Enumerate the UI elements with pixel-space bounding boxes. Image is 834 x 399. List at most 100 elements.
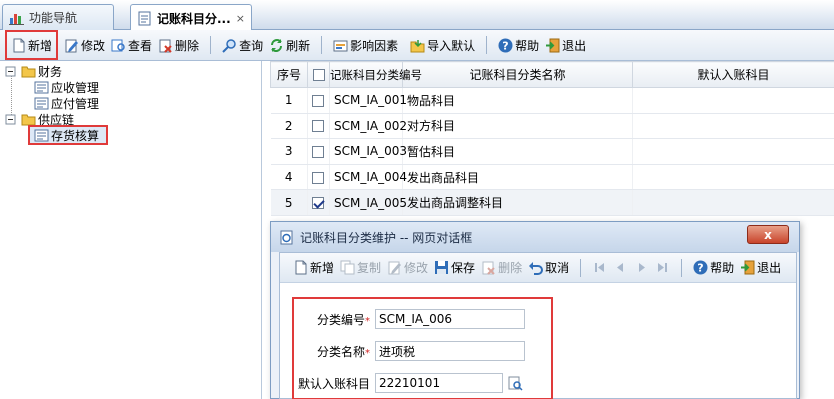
table-row[interactable]: 5 SCM_IA_005 发出商品调整科目	[270, 189, 834, 216]
new-document-icon	[11, 38, 26, 53]
table-row[interactable]: 2 SCM_IA_002 对方科目	[270, 113, 834, 140]
dialog-help-button[interactable]: ? 帮助	[690, 256, 737, 280]
import-default-button-label: 导入默认	[427, 38, 476, 53]
dialog-delete-label: 删除	[498, 261, 523, 275]
exit-button-label: 退出	[562, 38, 587, 53]
category-name-input[interactable]: 进项税	[375, 341, 525, 361]
exit-button[interactable]: 退出	[542, 33, 589, 57]
refresh-button[interactable]: 刷新	[266, 33, 313, 57]
row-checkbox-checked[interactable]	[312, 197, 324, 210]
dialog-new-label: 新增	[310, 261, 335, 275]
col-header-default-account[interactable]: 默认入账科目	[632, 61, 834, 88]
col-header-code[interactable]: 记账科目分类编号	[329, 61, 422, 88]
row-select[interactable]	[307, 87, 330, 114]
collapse-toggle-icon[interactable]	[4, 64, 19, 79]
tree-node-label: 财务	[38, 64, 63, 79]
dialog-nav-last-button[interactable]	[652, 256, 673, 280]
row-checkbox[interactable]	[312, 120, 324, 133]
select-all-checkbox[interactable]	[312, 69, 325, 81]
category-form: 分类编号* SCM_IA_006 分类名称* 进项税 默认入账科目 222101…	[292, 297, 553, 399]
row-default-account	[632, 113, 834, 140]
tab-label: 记账科目分...	[157, 11, 231, 26]
dialog-nav-prev-button[interactable]	[610, 256, 631, 280]
row-name: 物品科目	[402, 87, 633, 114]
table-row[interactable]: 3 SCM_IA_003 暂估科目	[270, 138, 834, 165]
dialog-nav-next-button[interactable]	[631, 256, 652, 280]
row-code: SCM_IA_001	[329, 87, 407, 114]
category-tree: 财务 应收管理 应付管理 供应链 存货核算	[0, 61, 262, 399]
main-toolbar: 新增 修改 查看 删除 查询 刷新 影响因素 导入默认 ? 帮助 退出	[0, 30, 834, 61]
factors-button[interactable]: 影响因素	[330, 33, 401, 57]
tab-account-category[interactable]: 记账科目分... ×	[130, 4, 252, 31]
tree-node-inventory[interactable]: 存货核算	[28, 125, 108, 145]
tree-node-supply-chain[interactable]: 供应链	[4, 111, 74, 127]
help-icon: ?	[498, 38, 513, 53]
import-default-button[interactable]: 导入默认	[407, 33, 478, 57]
tree-node-ar[interactable]: 应收管理	[34, 79, 99, 95]
refresh-icon	[269, 38, 284, 53]
copy-icon	[340, 260, 355, 275]
previous-record-icon	[613, 260, 628, 275]
exit-icon	[545, 38, 560, 53]
tree-node-ap[interactable]: 应付管理	[34, 95, 99, 111]
col-header-no[interactable]: 序号	[270, 61, 308, 88]
dialog-exit-label: 退出	[757, 261, 782, 275]
form-row-name: 分类名称* 进项税	[294, 341, 525, 361]
row-code: SCM_IA_004	[329, 164, 407, 191]
dialog-edit-button[interactable]: 修改	[384, 256, 431, 280]
row-checkbox[interactable]	[312, 145, 324, 158]
col-header-name[interactable]: 记账科目分类名称	[402, 61, 633, 88]
row-code: SCM_IA_002	[329, 113, 407, 140]
factors-button-label: 影响因素	[350, 38, 399, 53]
row-checkbox[interactable]	[312, 171, 324, 184]
new-document-icon	[293, 260, 308, 275]
help-icon: ?	[693, 260, 708, 275]
row-checkbox[interactable]	[312, 94, 324, 107]
row-select[interactable]	[307, 138, 330, 165]
dialog-title-bar[interactable]: 记账科目分类维护 -- 网页对话框	[271, 222, 799, 252]
dialog-copy-button[interactable]: 复制	[337, 256, 384, 280]
query-button[interactable]: 查询	[219, 33, 266, 57]
bar-chart-icon	[9, 10, 24, 25]
table-row[interactable]: 1 SCM_IA_001 物品科目	[270, 87, 834, 114]
dialog-cancel-button[interactable]: 取消	[525, 256, 572, 280]
row-default-account	[632, 164, 834, 191]
new-button[interactable]: 新增	[4, 30, 59, 60]
svg-text:?: ?	[697, 262, 703, 275]
dialog-exit-button[interactable]: 退出	[737, 256, 784, 280]
lookup-search-icon[interactable]	[508, 376, 523, 391]
default-account-input[interactable]: 22210101	[375, 373, 503, 393]
edit-button[interactable]: 修改	[61, 33, 108, 57]
collapse-toggle-icon[interactable]	[4, 112, 19, 127]
view-button[interactable]: 查看	[108, 33, 155, 57]
row-select[interactable]	[307, 189, 330, 216]
tree-node-label: 供应链	[38, 112, 75, 127]
dialog-close-button[interactable]: x	[747, 225, 789, 244]
row-default-account	[632, 138, 834, 165]
search-icon	[222, 38, 237, 53]
dialog-nav-first-button[interactable]	[589, 256, 610, 280]
dialog-save-button[interactable]: 保存	[431, 256, 478, 280]
category-code-input[interactable]: SCM_IA_006	[375, 309, 525, 329]
row-select[interactable]	[307, 164, 330, 191]
toolbar-separator	[486, 36, 488, 54]
dialog-new-button[interactable]: 新增	[290, 256, 337, 280]
tab-close-icon[interactable]: ×	[236, 12, 245, 25]
category-maintenance-dialog: 记账科目分类维护 -- 网页对话框 x 新增 复制 修改 保存 删除 取消 ? …	[270, 221, 800, 399]
tab-function-nav[interactable]: 功能导航	[2, 4, 114, 30]
col-header-select-all[interactable]	[307, 61, 330, 88]
help-button[interactable]: ? 帮助	[495, 33, 542, 57]
dialog-copy-label: 复制	[357, 261, 382, 275]
row-name: 发出商品调整科目	[402, 189, 633, 216]
tree-node-finance[interactable]: 财务	[4, 63, 62, 79]
dialog-delete-button[interactable]: 删除	[478, 256, 525, 280]
undo-icon	[528, 260, 544, 275]
module-icon	[34, 96, 49, 111]
table-row[interactable]: 4 SCM_IA_004 发出商品科目	[270, 164, 834, 191]
row-no: 2	[270, 113, 308, 140]
delete-button[interactable]: 删除	[155, 33, 202, 57]
factors-icon	[333, 38, 348, 53]
row-select[interactable]	[307, 113, 330, 140]
edit-icon	[387, 260, 402, 275]
dialog-toolbar: 新增 复制 修改 保存 删除 取消 ? 帮助 退出	[280, 253, 796, 283]
